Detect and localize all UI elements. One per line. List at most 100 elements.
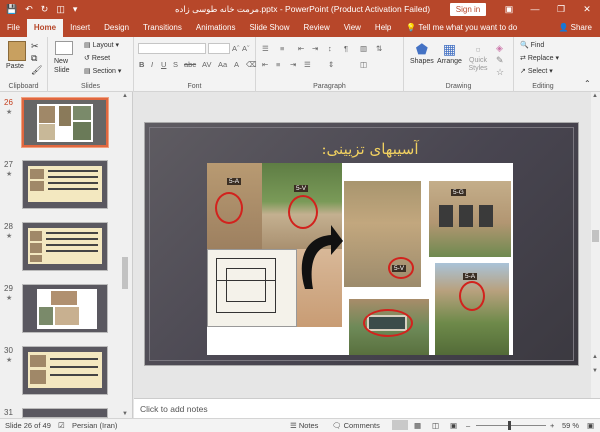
font-color-icon[interactable]: A — [234, 60, 239, 69]
find-button[interactable]: 🔍 Find — [520, 41, 544, 49]
line-spacing-icon[interactable]: ↕ — [328, 44, 332, 53]
sign-in-button[interactable]: Sign in — [450, 3, 486, 16]
notes-pane[interactable]: Click to add notes — [134, 398, 600, 418]
slide-sorter-icon[interactable]: ▦ — [414, 421, 421, 430]
scrollbar-thumb[interactable] — [122, 257, 128, 289]
scrollbar-thumb[interactable] — [592, 230, 599, 242]
tab-file[interactable]: File — [0, 19, 27, 37]
customize-qat-icon[interactable]: ▾ — [73, 4, 78, 15]
change-case-icon[interactable]: Aa — [218, 60, 227, 69]
comments-toggle-button[interactable]: 🗨 Comments — [332, 421, 380, 430]
shadow-icon[interactable]: S — [173, 60, 178, 69]
thumbnail-slide-31[interactable] — [22, 408, 108, 418]
zoom-level[interactable]: 59 % — [562, 421, 579, 430]
tab-transitions[interactable]: Transitions — [136, 19, 189, 37]
slide-show-icon[interactable]: ▣ — [450, 421, 457, 430]
thumbnail-slide-27[interactable] — [22, 160, 108, 209]
previous-slide-icon[interactable]: ▲ — [592, 354, 598, 360]
shape-outline-icon[interactable]: ✎ — [496, 55, 504, 66]
cut-icon[interactable]: ✂ — [31, 41, 39, 52]
undo-icon[interactable]: ↶ — [25, 4, 33, 15]
zoom-in-icon[interactable]: + — [550, 421, 554, 430]
share-button[interactable]: 👤 Share — [558, 19, 592, 37]
language-indicator[interactable]: Persian (Iran) — [72, 421, 117, 430]
close-button[interactable]: ✕ — [574, 0, 600, 19]
photo-collage[interactable]: 5-A 5-V 5-V 5-G 5-A — [207, 163, 513, 355]
shape-fill-icon[interactable]: ◈ — [496, 43, 503, 54]
reset-button[interactable]: ↺ Reset — [84, 54, 110, 62]
numbering-icon[interactable]: ≡ — [280, 44, 284, 53]
shapes-button[interactable]: ⬟ Shapes — [410, 41, 434, 65]
smartart-icon[interactable]: ◫ — [360, 60, 367, 69]
replace-button[interactable]: ⇄ Replace ▾ — [520, 54, 559, 62]
format-painter-icon[interactable]: 🖌 — [31, 65, 42, 76]
select-button[interactable]: ↗ Select ▾ — [520, 67, 553, 75]
next-slide-icon[interactable]: ▼ — [592, 368, 598, 374]
notes-placeholder[interactable]: Click to add notes — [140, 404, 208, 414]
zoom-slider[interactable] — [476, 425, 546, 426]
scroll-up-icon[interactable]: ▲ — [122, 93, 128, 99]
collapse-ribbon-icon[interactable]: ⌃ — [584, 79, 591, 88]
justify-icon[interactable]: ☰ — [304, 60, 311, 69]
tab-review[interactable]: Review — [296, 19, 336, 37]
reading-view-icon[interactable]: ◫ — [432, 421, 439, 430]
font-name-dropdown[interactable] — [138, 43, 206, 54]
scroll-up-icon[interactable]: ▲ — [592, 93, 598, 99]
tab-animations[interactable]: Animations — [189, 19, 243, 37]
zoom-slider-thumb[interactable] — [508, 421, 511, 430]
start-from-beginning-icon[interactable]: ◫ — [56, 4, 65, 15]
scroll-down-icon[interactable]: ▼ — [122, 411, 128, 417]
decrease-indent-icon[interactable]: ⇤ — [298, 44, 304, 53]
thumbnail-slide-30[interactable] — [22, 346, 108, 395]
paste-button[interactable]: Paste — [6, 41, 26, 70]
slide-scrollbar[interactable]: ▲ ▲ ▼ — [591, 92, 600, 398]
align-left-icon[interactable]: ⇤ — [262, 60, 268, 69]
photo-wall-damage[interactable]: 5-A — [207, 163, 262, 249]
tab-view[interactable]: View — [337, 19, 368, 37]
photo-courtyard-ground[interactable]: 5-V — [344, 181, 421, 287]
slide-title[interactable]: آسیبهای تزیینی: — [305, 140, 435, 158]
slide-editing-area[interactable]: آسیبهای تزیینی: 5-A 5-V 5-V 5-G 5-A — [134, 92, 590, 398]
increase-indent-icon[interactable]: ⇥ — [312, 44, 318, 53]
current-slide[interactable]: آسیبهای تزیینی: 5-A 5-V 5-V 5-G 5-A — [144, 122, 579, 366]
shrink-font-icon[interactable]: Aˇ — [242, 44, 250, 53]
tab-home[interactable]: Home — [26, 19, 64, 37]
copy-icon[interactable]: ⧉ — [31, 53, 37, 64]
shape-effects-icon[interactable]: ☆ — [496, 67, 504, 78]
font-size-dropdown[interactable] — [208, 43, 230, 54]
align-right-icon[interactable]: ⇥ — [290, 60, 296, 69]
notes-toggle-button[interactable]: ☰ Notes — [290, 421, 318, 430]
tell-me-box[interactable]: 💡 Tell me what you want to do — [406, 19, 517, 37]
thumbnail-slide-26[interactable] — [22, 98, 108, 147]
normal-view-icon[interactable] — [392, 420, 408, 430]
quick-styles-button[interactable]: ▫ Quick Styles — [466, 41, 490, 73]
underline-icon[interactable]: U — [161, 60, 166, 69]
photo-courtyard-pool[interactable] — [349, 299, 429, 355]
italic-icon[interactable]: I — [151, 60, 153, 69]
restore-button[interactable]: ❐ — [548, 0, 574, 19]
align-text-icon[interactable]: ⇕ — [328, 60, 334, 69]
photo-overgrown-wall[interactable]: 5-A — [435, 263, 509, 355]
zoom-out-icon[interactable]: – — [466, 421, 470, 430]
text-direction-icon[interactable]: ⇅ — [376, 44, 382, 53]
thumbnail-scrollbar[interactable]: ▲ ▼ — [120, 92, 130, 418]
rtl-icon[interactable]: ¶ — [344, 44, 348, 53]
strikethrough-icon[interactable]: abc — [184, 60, 196, 69]
tab-help[interactable]: Help — [368, 19, 398, 37]
fit-to-window-icon[interactable]: ▣ — [587, 421, 594, 430]
bullets-icon[interactable]: ☰ — [262, 44, 269, 53]
save-icon[interactable]: 💾 — [6, 4, 17, 15]
minimize-button[interactable]: — — [522, 0, 548, 19]
spelling-icon[interactable]: ☑ — [58, 421, 65, 430]
thumbnail-slide-29[interactable] — [22, 284, 108, 333]
grow-font-icon[interactable]: Aˆ — [232, 44, 240, 53]
columns-icon[interactable]: ▥ — [360, 44, 367, 53]
arrange-button[interactable]: ▦ Arrange — [437, 41, 462, 65]
photo-building-facade[interactable]: 5-G — [429, 181, 511, 257]
bold-icon[interactable]: B — [139, 60, 144, 69]
layout-button[interactable]: ▤ Layout ▾ — [84, 41, 119, 49]
redo-icon[interactable]: ↻ — [41, 4, 49, 15]
thumbnail-slide-28[interactable] — [22, 222, 108, 271]
char-spacing-icon[interactable]: AV — [202, 60, 211, 69]
new-slide-button[interactable]: New Slide — [54, 41, 74, 75]
